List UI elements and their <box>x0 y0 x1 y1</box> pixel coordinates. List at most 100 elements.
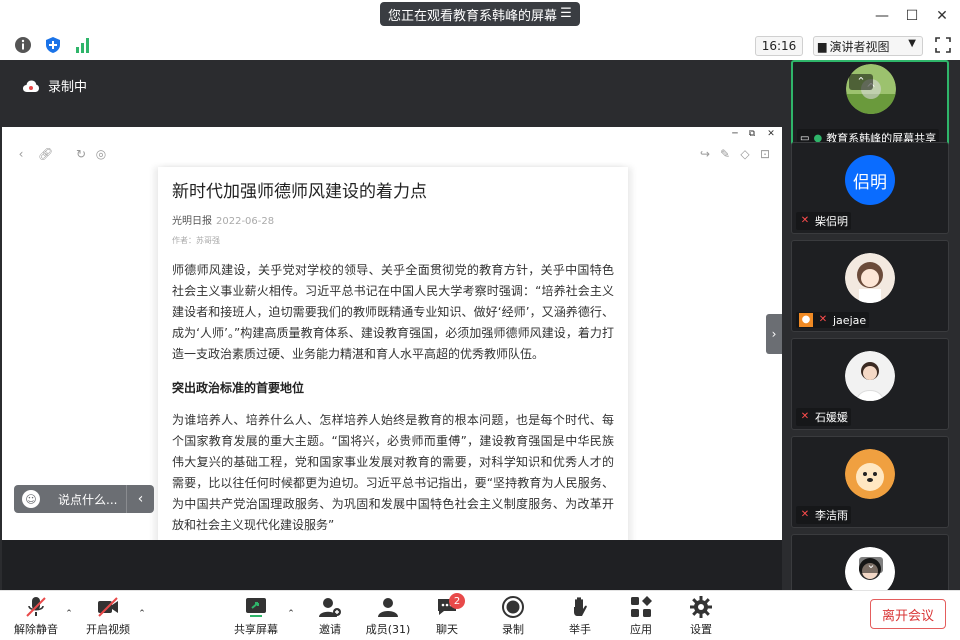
add-user-icon <box>319 598 341 617</box>
article-title: 新时代加强师德师风建设的着力点 <box>172 182 427 202</box>
invite-button[interactable]: 邀请 <box>302 595 358 639</box>
meeting-toolbar: 16:16 ▆ 演讲者视图 ▼ <box>0 32 960 60</box>
lock-icon: ⊡ <box>759 147 771 161</box>
participant-avatar <box>845 351 895 401</box>
signal-icon[interactable] <box>74 36 92 54</box>
participant-name-label: ● ✕ jaejae <box>796 312 870 328</box>
meeting-control-bar: 解除静音 ⌃ 开启视频 ⌃ 共享屏幕 ⌃ 邀请 成员(31) 2 聊天 录制 举… <box>0 590 960 640</box>
settings-label: 设置 <box>690 623 712 636</box>
comment-placeholder: 说点什么... <box>58 492 118 507</box>
article-meta: 光明日报 2022-06-28 <box>172 212 614 227</box>
participant-avatar <box>845 449 895 499</box>
participant-tile[interactable]: ● ✕ jaejae <box>791 240 949 332</box>
title-bar: 您正在观看教育系韩峰的屏幕 ☰ — ☐ ✕ <box>0 0 960 32</box>
view-mode-select[interactable]: ▆ 演讲者视图 ▼ <box>813 36 923 56</box>
participant-tile[interactable]: ✕ 石媛媛 <box>791 338 949 430</box>
collapse-arrow-icon[interactable]: ‹ <box>126 485 154 513</box>
mic-muted-icon: ✕ <box>800 215 810 226</box>
participant-avatar <box>845 253 895 303</box>
apps-button[interactable]: 应用 <box>613 595 669 639</box>
emoji-icon[interactable]: ☺ <box>22 490 40 508</box>
stage-bottom-strip <box>2 540 782 590</box>
settings-button[interactable]: 设置 <box>673 595 729 639</box>
invite-label: 邀请 <box>319 623 341 636</box>
hand-icon <box>574 597 587 616</box>
members-icon <box>378 598 398 617</box>
cloud-icon <box>23 80 39 92</box>
fullscreen-icon[interactable] <box>934 36 952 54</box>
audio-options-chevron-icon[interactable]: ⌃ <box>64 609 74 619</box>
minimize-icon[interactable]: — <box>872 6 892 26</box>
participant-initials-avatar: 侣明 <box>845 155 895 205</box>
participant-name: 李洁雨 <box>815 509 848 522</box>
shared-nav-row: ‹ 🔗︎ ↻ ◎ ↪ ✎ ◇ ⊡ <box>2 145 782 165</box>
share-options-chevron-icon[interactable]: ⌃ <box>286 609 296 619</box>
members-label: 成员(31) <box>365 623 411 636</box>
close-icon[interactable]: ✕ <box>932 6 952 26</box>
record-label: 录制 <box>502 623 524 636</box>
start-video-label: 开启视频 <box>86 623 130 636</box>
comment-input-bar[interactable]: ☺ 说点什么... ‹ <box>14 485 154 513</box>
mic-muted-icon <box>26 597 46 617</box>
screen-share-banner[interactable]: 您正在观看教育系韩峰的屏幕 ☰ <box>380 2 580 26</box>
participant-tile[interactable]: 侣明 ✕ 柴侣明 <box>791 142 949 234</box>
unmute-label: 解除静音 <box>14 623 58 636</box>
article-subheading: 突出政治标准的首要地位 <box>172 381 305 395</box>
share-screen-icon <box>246 598 266 617</box>
panel-toggle-handle[interactable]: › <box>766 314 782 354</box>
chat-label: 聊天 <box>436 623 458 636</box>
apps-icon <box>631 596 652 617</box>
shared-screen-stage: 录制中 ─ ⧉ ✕ ‹ 🔗︎ ↻ ◎ ↪ ✎ ◇ ⊡ 新时代加强师德师风建设的着… <box>0 60 783 590</box>
maximize-icon[interactable]: ☐ <box>902 6 922 26</box>
article-date: 2022-06-28 <box>216 216 275 227</box>
share-screen-label: 共享屏幕 <box>234 623 278 636</box>
share-icon: ↪ <box>699 147 711 161</box>
participant-gallery: ^ ▭ ● 教育系韩峰的屏幕共享 侣明 ✕ 柴侣明 ● ✕ jaejae <box>783 60 960 590</box>
globe-icon: ◎ <box>95 147 107 161</box>
link-icon: 🔗︎ <box>38 147 54 161</box>
menu-icon[interactable]: ☰ <box>558 6 574 22</box>
participant-name-label: ✕ 李洁雨 <box>796 506 851 524</box>
participant-initials: 侣明 <box>853 172 887 193</box>
mic-muted-icon: ✕ <box>818 314 828 325</box>
security-shield-icon[interactable] <box>44 36 62 54</box>
meeting-timer: 16:16 <box>755 36 803 56</box>
article-content: 新时代加强师德师风建设的着力点 光明日报 2022-06-28 作者：苏哥强 师德… <box>158 167 628 540</box>
user-icon: ● <box>799 313 813 327</box>
unmute-button[interactable]: 解除静音 <box>8 595 64 639</box>
participant-tile[interactable]: ✕ 李洁雨 <box>791 436 949 528</box>
participant-name-label: ✕ 柴侣明 <box>796 212 851 230</box>
article-paragraph: 师德师风建设，关乎党对学校的领导、关乎全面贯彻党的教育方针，关乎中国特色社会主义… <box>172 263 614 361</box>
comment-icon: ✎ <box>719 147 731 161</box>
article-author: 作者：苏哥强 <box>172 236 220 245</box>
share-screen-button[interactable]: 共享屏幕 <box>228 595 284 639</box>
back-icon: ‹ <box>18 147 24 161</box>
record-button[interactable]: 录制 <box>485 595 541 639</box>
scroll-up-icon[interactable]: ⌃ <box>849 74 873 90</box>
recording-label: 录制中 <box>48 80 88 95</box>
article-paragraph: 为谁培养人、培养什么人、怎样培养人始终是教育的根本问题，也是每个时代、每个国家教… <box>172 413 614 532</box>
leave-meeting-button[interactable]: 离开会议 <box>870 599 946 629</box>
raise-hand-button[interactable]: 举手 <box>552 595 608 639</box>
participant-name: 柴侣明 <box>815 215 848 228</box>
gear-icon <box>690 596 712 618</box>
mic-muted-icon: ✕ <box>800 411 810 422</box>
article-source: 光明日报 <box>172 216 212 227</box>
record-icon <box>502 596 524 618</box>
shared-browser-window: ─ ⧉ ✕ ‹ 🔗︎ ↻ ◎ ↪ ✎ ◇ ⊡ 新时代加强师德师风建设的着力点 光… <box>2 127 782 540</box>
shared-close-icon: ✕ <box>767 129 775 139</box>
video-options-chevron-icon[interactable]: ⌃ <box>137 609 147 619</box>
shared-restore-icon: ⧉ <box>748 129 756 139</box>
raise-hand-label: 举手 <box>569 623 591 636</box>
screen-share-banner-text: 您正在观看教育系韩峰的屏幕 <box>388 8 558 24</box>
mic-muted-icon: ✕ <box>800 509 810 520</box>
view-mode-label: 演讲者视图 <box>829 39 890 54</box>
info-icon[interactable] <box>14 36 32 54</box>
apps-label: 应用 <box>630 623 652 636</box>
grid-icon: ▆ <box>818 39 827 53</box>
scroll-down-icon[interactable]: ⌄ <box>859 557 883 573</box>
start-video-button[interactable]: 开启视频 <box>80 595 136 639</box>
cube-icon: ◇ <box>740 147 750 161</box>
members-button[interactable]: 成员(31) <box>360 595 416 639</box>
chat-button[interactable]: 2 聊天 <box>419 593 475 639</box>
